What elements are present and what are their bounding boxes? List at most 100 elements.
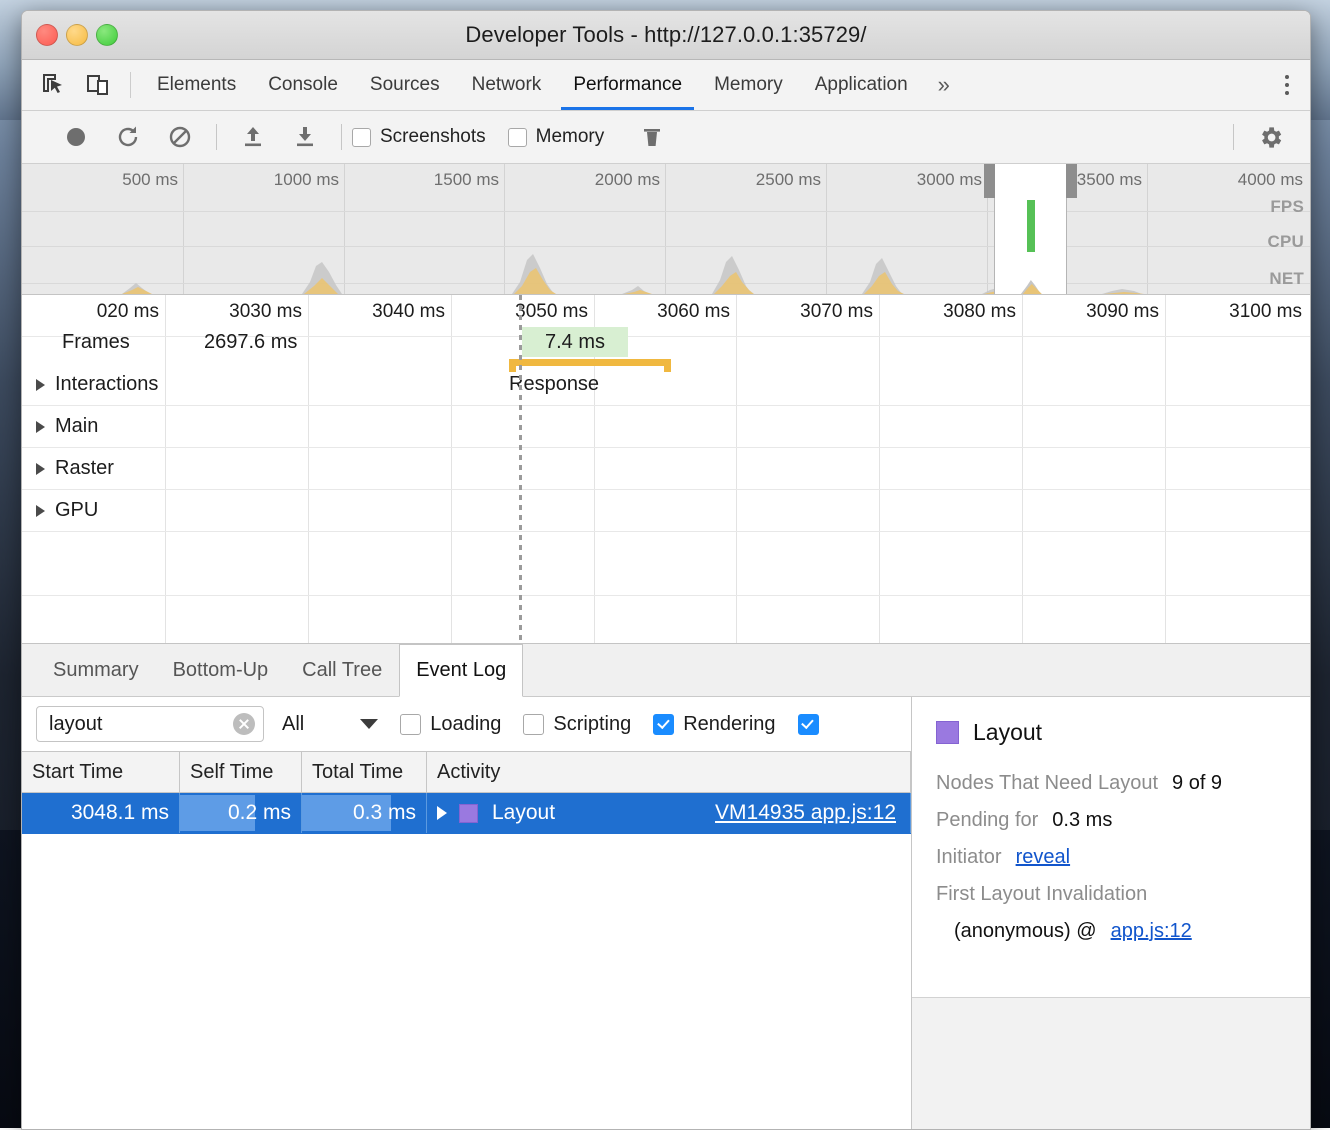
filter-rendering-checkbox[interactable]: Rendering bbox=[653, 713, 775, 736]
event-log-filter-bar: layout All Loading Scripting bbox=[22, 697, 911, 751]
details-header: Layout bbox=[936, 719, 1310, 746]
screenshots-checkbox-box[interactable] bbox=[352, 128, 371, 147]
column-header-total-time[interactable]: Total Time bbox=[302, 752, 427, 792]
overview-selection-window[interactable] bbox=[994, 164, 1067, 294]
filter-scripting-box[interactable] bbox=[523, 714, 544, 735]
cell-total-time: 0.3 ms bbox=[302, 793, 427, 833]
flame-chart[interactable]: 020 ms3030 ms3040 ms3050 ms3060 ms3070 m… bbox=[22, 295, 1310, 644]
tab-console[interactable]: Console bbox=[252, 60, 354, 110]
flame-gridline bbox=[451, 295, 452, 643]
flame-tick-label: 3050 ms bbox=[515, 301, 594, 323]
track-interactions[interactable]: Interactions bbox=[36, 373, 158, 396]
more-options-icon[interactable] bbox=[1264, 75, 1310, 95]
timeline-playhead[interactable] bbox=[519, 295, 522, 643]
inspect-element-icon[interactable] bbox=[32, 60, 76, 110]
search-input-value[interactable]: layout bbox=[49, 713, 233, 736]
selected-frame-box[interactable]: 7.4 ms bbox=[522, 327, 628, 357]
details-row-pending: Pending for 0.3 ms bbox=[936, 809, 1310, 832]
expand-triangle-icon[interactable] bbox=[36, 421, 45, 433]
details-key-nodes: Nodes That Need Layout bbox=[936, 772, 1158, 795]
expand-triangle-icon[interactable] bbox=[36, 505, 45, 517]
details-row-stack: (anonymous) @ app.js:12 bbox=[936, 920, 1310, 943]
filter-loading-box[interactable] bbox=[400, 714, 421, 735]
details-initiator-link[interactable]: reveal bbox=[1016, 846, 1070, 869]
details-row-nodes: Nodes That Need Layout 9 of 9 bbox=[936, 772, 1310, 795]
tab-memory[interactable]: Memory bbox=[698, 60, 799, 110]
flame-tick-label: 3060 ms bbox=[657, 301, 736, 323]
filter-painting-checkbox[interactable] bbox=[798, 714, 819, 735]
tab-performance[interactable]: Performance bbox=[557, 60, 698, 110]
column-header-start-time[interactable]: Start Time bbox=[22, 752, 180, 792]
filter-scripting-checkbox[interactable]: Scripting bbox=[523, 713, 631, 736]
expand-triangle-icon[interactable] bbox=[36, 463, 45, 475]
devtools-tab-strip: Elements Console Sources Network Perform… bbox=[22, 60, 1310, 111]
delete-icon[interactable] bbox=[626, 111, 678, 163]
gear-icon[interactable] bbox=[1244, 111, 1296, 163]
screenshots-checkbox[interactable]: Screenshots bbox=[352, 126, 486, 148]
filter-loading-checkbox[interactable]: Loading bbox=[400, 713, 501, 736]
flame-gridline bbox=[1022, 295, 1023, 643]
drawer-body: layout All Loading Scripting bbox=[22, 697, 1310, 1129]
toolbar-divider bbox=[130, 72, 131, 98]
tab-elements[interactable]: Elements bbox=[141, 60, 252, 110]
timeline-overview[interactable]: 500 ms1000 ms1500 ms2000 ms2500 ms3000 m… bbox=[22, 164, 1310, 295]
table-row[interactable]: 3048.1 ms 0.2 ms 0.3 ms Layout bbox=[22, 793, 911, 834]
chevron-down-icon[interactable] bbox=[360, 719, 378, 729]
expand-triangle-icon[interactable] bbox=[437, 806, 447, 820]
overview-lane-divider bbox=[22, 211, 1310, 212]
search-input[interactable]: layout bbox=[36, 706, 264, 742]
memory-checkbox-box[interactable] bbox=[508, 128, 527, 147]
source-link[interactable]: VM14935 app.js:12 bbox=[715, 801, 900, 825]
tab-event-log[interactable]: Event Log bbox=[399, 644, 523, 697]
details-stack-link[interactable]: app.js:12 bbox=[1111, 920, 1192, 943]
details-value-nodes: 9 of 9 bbox=[1172, 772, 1222, 795]
tab-bottom-up[interactable]: Bottom-Up bbox=[156, 644, 286, 696]
reload-and-record-icon[interactable] bbox=[102, 111, 154, 163]
load-profile-icon[interactable] bbox=[227, 111, 279, 163]
save-profile-icon[interactable] bbox=[279, 111, 331, 163]
window-title-bar: Developer Tools - http://127.0.0.1:35729… bbox=[22, 11, 1310, 60]
filter-painting-box[interactable] bbox=[798, 714, 819, 735]
details-drawer: Summary Bottom-Up Call Tree Event Log la… bbox=[22, 644, 1310, 1129]
track-raster[interactable]: Raster bbox=[36, 457, 114, 480]
tab-call-tree[interactable]: Call Tree bbox=[285, 644, 399, 696]
toolbar-divider bbox=[216, 124, 217, 150]
overview-tick-label: 1000 ms bbox=[274, 170, 344, 190]
response-label: Response bbox=[509, 373, 599, 396]
event-log-table[interactable]: Start Time Self Time Total Time Activity… bbox=[22, 751, 911, 1129]
column-header-self-time[interactable]: Self Time bbox=[180, 752, 302, 792]
overview-left-handle[interactable] bbox=[984, 164, 995, 198]
flame-gridline bbox=[308, 295, 309, 643]
tab-network[interactable]: Network bbox=[456, 60, 558, 110]
tab-application[interactable]: Application bbox=[799, 60, 924, 110]
flame-gridline bbox=[736, 295, 737, 643]
zoom-button[interactable] bbox=[96, 24, 118, 46]
tab-summary[interactable]: Summary bbox=[36, 644, 156, 696]
tab-overflow-chevron-icon[interactable]: » bbox=[924, 60, 964, 110]
column-header-activity[interactable]: Activity bbox=[427, 752, 911, 792]
flame-gridline bbox=[879, 295, 880, 643]
expand-triangle-icon[interactable] bbox=[36, 379, 45, 391]
memory-checkbox[interactable]: Memory bbox=[508, 126, 605, 148]
device-toolbar-icon[interactable] bbox=[76, 60, 120, 110]
screenshots-label: Screenshots bbox=[380, 126, 486, 148]
clear-search-icon[interactable] bbox=[233, 713, 255, 735]
minimize-button[interactable] bbox=[66, 24, 88, 46]
tab-sources[interactable]: Sources bbox=[354, 60, 456, 110]
table-header-row: Start Time Self Time Total Time Activity bbox=[22, 751, 911, 793]
response-band[interactable] bbox=[509, 359, 671, 366]
filter-rendering-box[interactable] bbox=[653, 714, 674, 735]
frames-duration-label: 2697.6 ms bbox=[204, 331, 297, 354]
clear-recording-icon[interactable] bbox=[154, 111, 206, 163]
close-button[interactable] bbox=[36, 24, 58, 46]
overview-cpu-graph bbox=[22, 238, 1310, 294]
details-stack-entry: (anonymous) @ bbox=[954, 920, 1097, 943]
track-gpu[interactable]: GPU bbox=[36, 499, 98, 522]
filter-rendering-label: Rendering bbox=[683, 713, 775, 736]
record-circle-icon[interactable] bbox=[50, 111, 102, 163]
cell-activity-name: Layout bbox=[492, 801, 555, 825]
category-select[interactable]: All bbox=[282, 713, 378, 736]
overview-right-handle[interactable] bbox=[1066, 164, 1077, 198]
flame-tick-label: 3100 ms bbox=[1229, 301, 1308, 323]
track-main[interactable]: Main bbox=[36, 415, 98, 438]
